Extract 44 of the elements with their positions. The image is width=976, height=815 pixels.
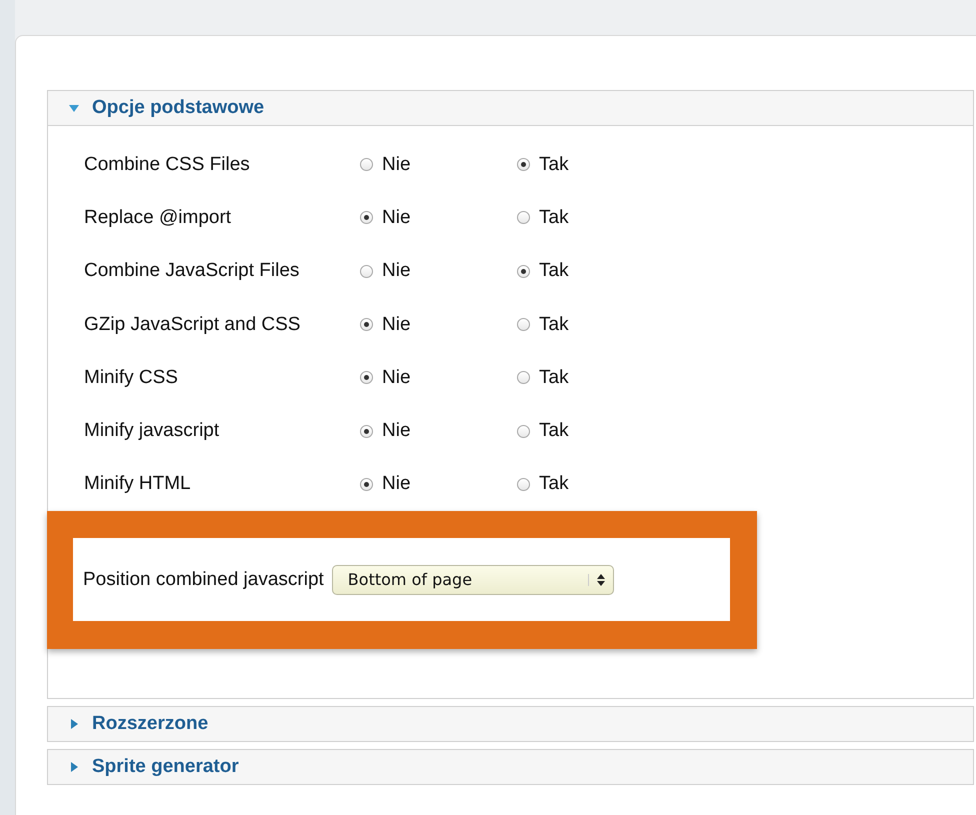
- radio-option[interactable]: Nie: [360, 420, 517, 442]
- radio-button[interactable]: [360, 264, 373, 278]
- up-down-arrows-icon: [588, 574, 605, 586]
- option-label: Minify javascript: [84, 420, 220, 442]
- option-label: GZip JavaScript and CSS: [84, 314, 302, 336]
- radio-option[interactable]: Tak: [517, 260, 674, 282]
- position-select[interactable]: Bottom of page: [332, 564, 614, 594]
- radio-option[interactable]: Tak: [517, 420, 674, 442]
- radio-button[interactable]: [360, 478, 373, 491]
- radio-option[interactable]: Tak: [517, 366, 674, 389]
- radio-button[interactable]: [517, 264, 530, 278]
- radio-option[interactable]: Nie: [360, 154, 517, 176]
- radio-button[interactable]: [517, 371, 530, 384]
- radio-button[interactable]: [517, 158, 530, 172]
- option-label: Position combined javascript: [83, 568, 324, 590]
- radio-option[interactable]: Nie: [360, 206, 517, 229]
- radio-button[interactable]: [360, 158, 373, 172]
- panel-header[interactable]: Rozszerzone: [48, 707, 973, 741]
- radio-button[interactable]: [517, 478, 530, 491]
- option-label: Combine JavaScript Files: [84, 260, 300, 282]
- triangle-right-icon: [68, 761, 80, 773]
- radio-option[interactable]: Tak: [517, 206, 674, 229]
- panel-header[interactable]: Sprite generator: [48, 750, 973, 784]
- option-label: Replace @import: [84, 206, 232, 229]
- radio-option[interactable]: Tak: [517, 154, 674, 176]
- radio-button[interactable]: [360, 371, 373, 384]
- option-label: Combine CSS Files: [84, 154, 251, 176]
- triangle-right-icon: [68, 718, 80, 730]
- radio-option[interactable]: Nie: [360, 473, 517, 496]
- radio-button[interactable]: [517, 211, 530, 224]
- radio-button[interactable]: [517, 318, 530, 332]
- option-label: Minify HTML: [84, 473, 192, 496]
- radio-option[interactable]: Nie: [360, 260, 517, 282]
- radio-button[interactable]: [360, 424, 373, 438]
- radio-option[interactable]: Nie: [360, 314, 517, 336]
- radio-button[interactable]: [360, 318, 373, 332]
- radio-option[interactable]: Nie: [360, 366, 517, 389]
- radio-option[interactable]: Tak: [517, 473, 674, 496]
- radio-button[interactable]: [360, 211, 373, 224]
- panel-header[interactable]: Opcje podstawowe: [48, 91, 973, 125]
- option-label: Minify CSS: [84, 366, 179, 389]
- radio-option[interactable]: Tak: [517, 314, 674, 336]
- triangle-down-icon: [68, 102, 80, 114]
- radio-button[interactable]: [517, 424, 530, 438]
